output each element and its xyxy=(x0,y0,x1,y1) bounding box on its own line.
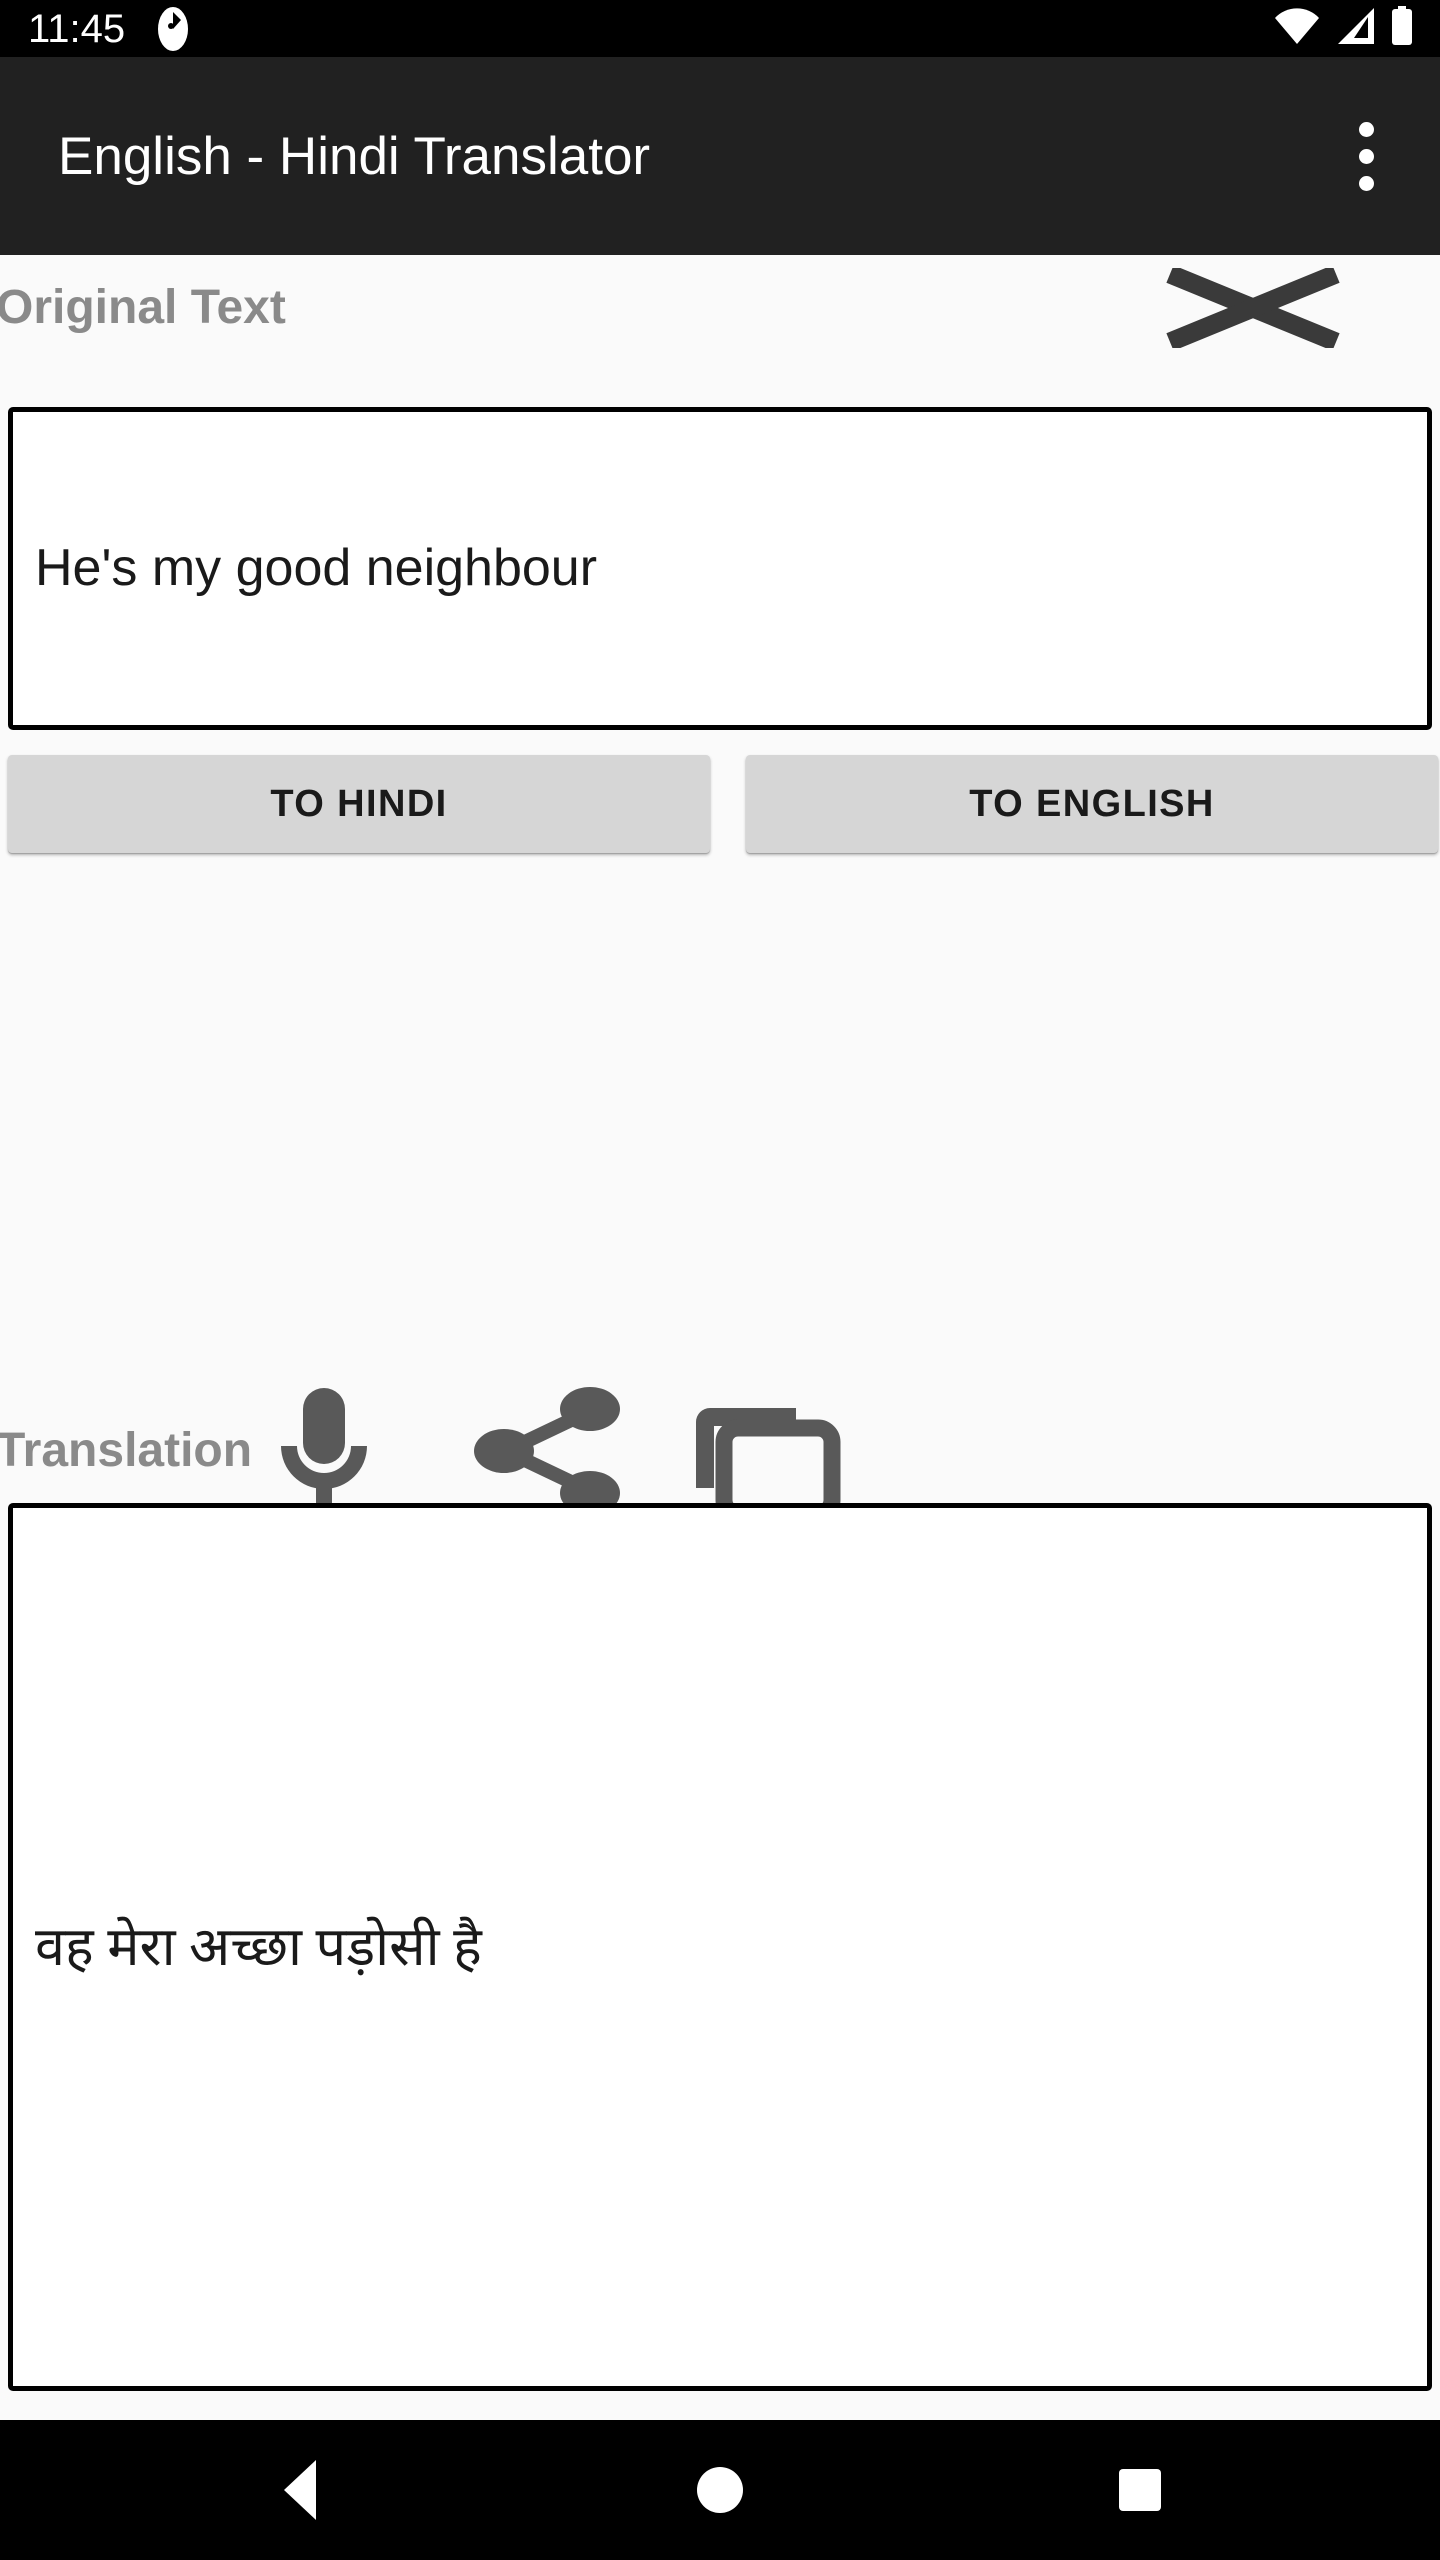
cellular-signal-off-icon xyxy=(1334,7,1376,50)
status-clock: 11:45 xyxy=(28,6,126,51)
battery-full-icon xyxy=(1390,6,1414,51)
translation-value: वह मेरा अच्छा पड़ोसी है xyxy=(35,1916,482,1977)
clear-x-icon[interactable] xyxy=(1162,264,1344,351)
overflow-dot xyxy=(1358,148,1374,164)
home-button-icon[interactable] xyxy=(660,2430,780,2550)
home-circle xyxy=(697,2467,743,2513)
status-icons xyxy=(1274,0,1414,57)
to-english-button[interactable]: TO ENGLISH xyxy=(746,755,1438,853)
recents-square xyxy=(1119,2469,1161,2511)
share-icon[interactable] xyxy=(474,1385,622,1517)
status-bar: 11:45 xyxy=(0,0,1440,57)
copy-icon[interactable] xyxy=(684,1380,844,1522)
back-button-icon[interactable] xyxy=(240,2430,360,2550)
back-triangle xyxy=(284,2460,316,2520)
main-content: Original Text He's my good neighbour TO … xyxy=(0,255,1440,2420)
translation-header: Translation xyxy=(0,1386,1440,1522)
page-title: English - Hindi Translator xyxy=(58,126,651,186)
original-text-label: Original Text xyxy=(0,281,286,334)
app-root: 11:45 English - Hindi Translator Origina… xyxy=(0,0,1440,2560)
original-text-input[interactable]: He's my good neighbour xyxy=(8,407,1432,730)
translation-label: Translation xyxy=(0,1424,253,1477)
original-text-header: Original Text xyxy=(0,255,1440,360)
overflow-menu-icon[interactable] xyxy=(1328,102,1404,210)
recents-button-icon[interactable] xyxy=(1080,2430,1200,2550)
translation-output[interactable]: वह मेरा अच्छा पड़ोसी है xyxy=(8,1503,1432,2391)
android-navigation-bar xyxy=(0,2420,1440,2560)
to-hindi-button[interactable]: TO HINDI xyxy=(8,755,710,853)
microphone-icon[interactable] xyxy=(265,1386,383,1516)
overflow-dot xyxy=(1358,175,1374,191)
app-notification-icon xyxy=(153,6,193,52)
overflow-dot xyxy=(1358,121,1374,137)
original-text-value: He's my good neighbour xyxy=(35,539,598,598)
app-bar: English - Hindi Translator xyxy=(0,57,1440,255)
translate-buttons-row: TO HINDI TO ENGLISH xyxy=(0,755,1440,853)
wifi-icon xyxy=(1274,7,1320,50)
